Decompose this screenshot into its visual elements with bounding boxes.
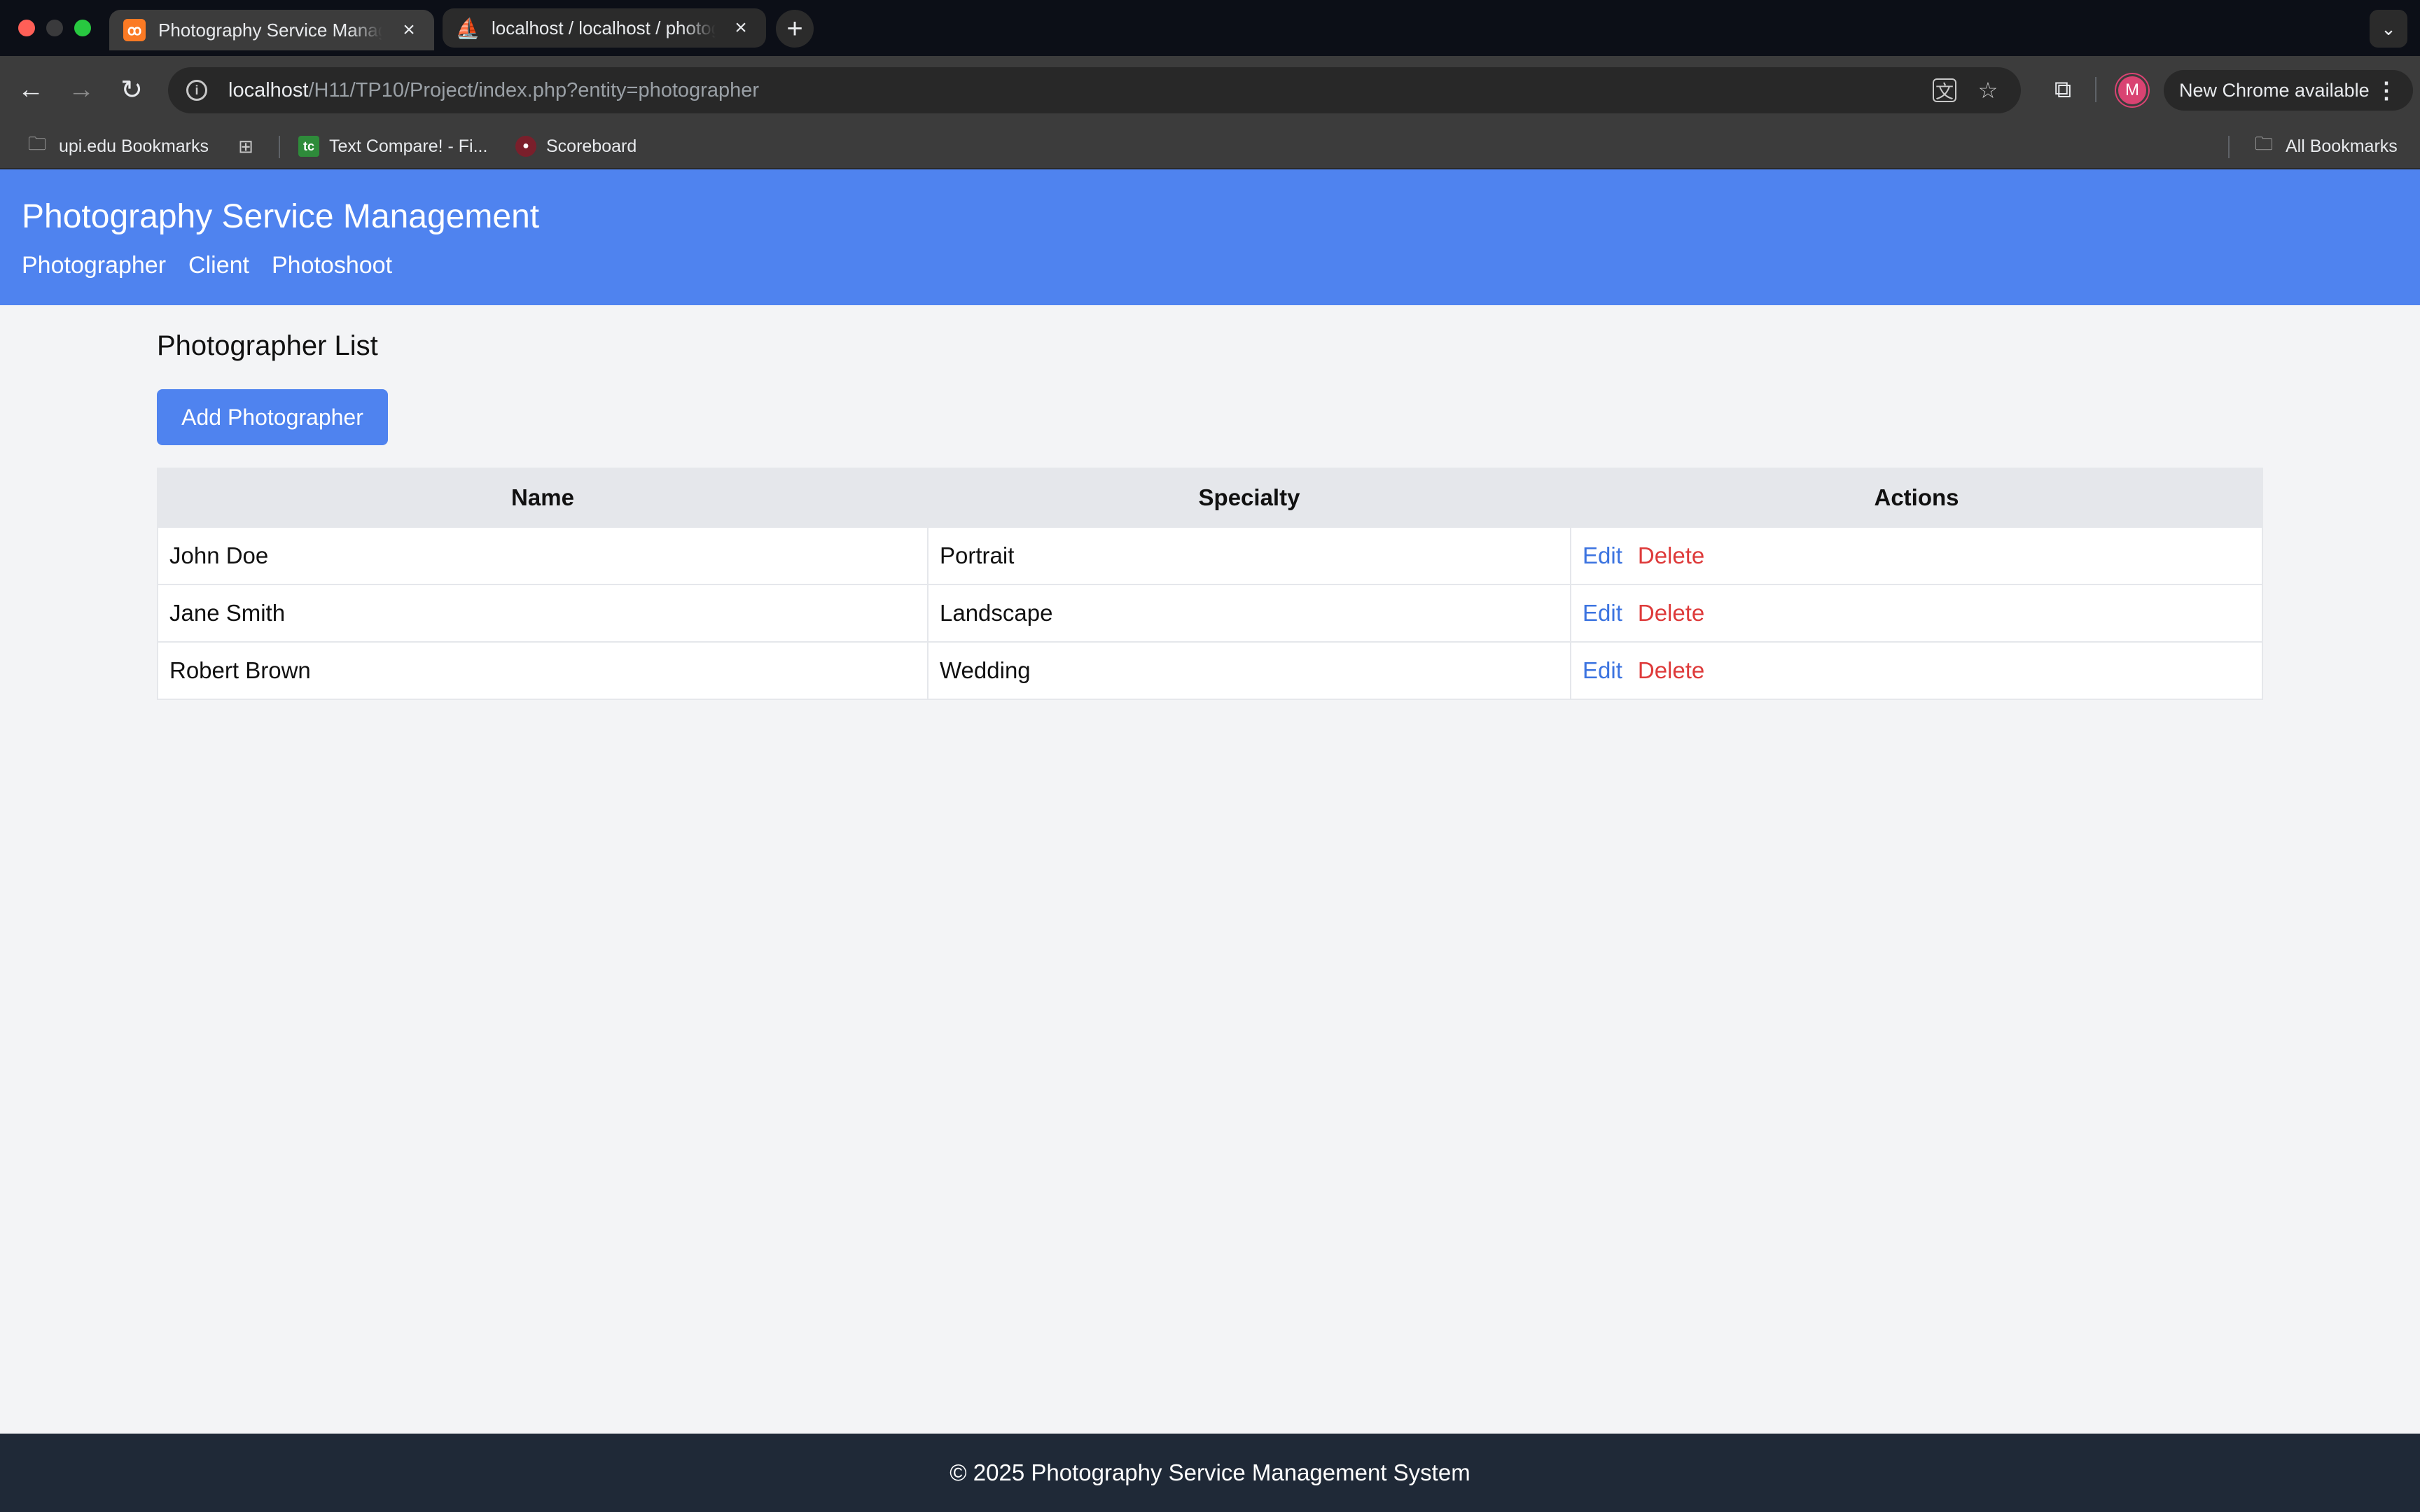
xampp-icon: ꝏ — [123, 19, 146, 41]
window-minimize-button[interactable] — [46, 20, 63, 36]
address-bar[interactable]: i localhost/H11/TP10/Project/index.php?e… — [168, 67, 2021, 113]
column-header-actions: Actions — [1570, 468, 2263, 528]
new-tab-button[interactable]: + — [776, 10, 814, 48]
apps-button[interactable]: ⊞ — [234, 133, 267, 160]
table-row: John Doe Portrait Edit Delete — [157, 526, 2263, 585]
cell-specialty: Landscape — [927, 584, 1571, 643]
bookmark-divider — [2228, 136, 2230, 158]
table-header-row: Name Specialty Actions — [157, 468, 2263, 528]
star-icon[interactable]: ☆ — [1975, 77, 2001, 104]
scoreboard-icon: ● — [515, 136, 536, 157]
browser-toolbar: ← → ↻ i localhost/H11/TP10/Project/index… — [0, 56, 2420, 123]
main-content: Photographer List Add Photographer Name … — [157, 329, 2263, 700]
forward-button[interactable]: → — [62, 70, 101, 109]
nav-link-photographer[interactable]: Photographer — [22, 252, 166, 279]
bookmark-text-compare[interactable]: tc Text Compare! - Fi... — [298, 133, 487, 160]
cell-actions: Edit Delete — [1570, 584, 2263, 643]
chrome-update-button[interactable]: New Chrome available ⋮ — [2164, 70, 2413, 111]
all-bookmarks-button[interactable]: 🗀 All Bookmarks — [2252, 133, 2398, 160]
site-footer: © 2025 Photography Service Management Sy… — [0, 1434, 2420, 1512]
edit-link[interactable]: Edit — [1583, 657, 1622, 683]
bookmarks-bar: 🗀 upi.edu Bookmarks ⊞ tc Text Compare! -… — [0, 123, 2420, 169]
bookmark-upi[interactable]: 🗀 upi.edu Bookmarks — [25, 133, 209, 160]
column-header-specialty: Specialty — [927, 468, 1571, 528]
tab-title: localhost / localhost / photographer — [492, 17, 716, 38]
close-icon[interactable]: × — [730, 16, 752, 40]
apps-grid-icon: ⊞ — [238, 135, 253, 157]
arrow-left-icon: ← — [18, 74, 44, 104]
cell-specialty: Portrait — [927, 526, 1571, 585]
page-title: Photographer List — [157, 330, 378, 361]
more-menu-icon[interactable]: ⋮ — [2375, 77, 2398, 104]
back-button[interactable]: ← — [11, 70, 50, 109]
cell-actions: Edit Delete — [1570, 641, 2263, 700]
table-row: Jane Smith Landscape Edit Delete — [157, 584, 2263, 643]
arrow-right-icon: → — [68, 74, 95, 104]
site-header — [0, 169, 2420, 305]
managed-folder-icon: 🗀 — [27, 133, 46, 154]
delete-link[interactable]: Delete — [1638, 657, 1704, 683]
bookmark-divider — [279, 136, 280, 158]
nav-link-client[interactable]: Client — [188, 252, 249, 279]
column-header-name: Name — [157, 468, 929, 528]
delete-link[interactable]: Delete — [1638, 542, 1704, 568]
tab-title: Photography Service Management — [158, 19, 382, 41]
browser-tab-strip: ꝏ Photography Service Management × ⛵ loc… — [0, 0, 2420, 56]
photographer-table: Name Specialty Actions John Doe Portrait… — [157, 468, 2263, 700]
table-row: Robert Brown Wedding Edit Delete — [157, 641, 2263, 700]
update-label: New Chrome available — [2179, 79, 2370, 101]
close-icon[interactable]: × — [398, 18, 420, 42]
extensions-icon[interactable]: ⧉ — [2045, 71, 2081, 108]
tab-search-button[interactable]: ⌄ — [2370, 10, 2407, 48]
edit-link[interactable]: Edit — [1583, 600, 1622, 626]
info-icon[interactable]: i — [186, 80, 207, 101]
avatar[interactable]: M — [2116, 74, 2148, 106]
add-photographer-button[interactable]: Add Photographer — [157, 389, 388, 445]
window-close-button[interactable] — [18, 20, 35, 36]
nav-link-photoshoot[interactable]: Photoshoot — [272, 252, 392, 279]
cell-actions: Edit Delete — [1570, 526, 2263, 585]
reload-button[interactable]: ↻ — [112, 70, 151, 109]
plus-icon: + — [786, 13, 803, 44]
url-text: localhost/H11/TP10/Project/index.php?ent… — [228, 78, 759, 102]
edit-link[interactable]: Edit — [1583, 542, 1622, 568]
cell-name: Jane Smith — [157, 584, 929, 643]
cell-name: Robert Brown — [157, 641, 929, 700]
translate-icon[interactable]: 文 — [1933, 78, 1956, 102]
cell-specialty: Wedding — [927, 641, 1571, 700]
site-title: Photography Service Management — [22, 198, 540, 235]
bookmark-scoreboard[interactable]: ● Scoreboard — [515, 133, 637, 160]
reload-icon: ↻ — [120, 75, 143, 105]
phpmyadmin-icon: ⛵ — [455, 17, 480, 39]
folder-icon: 🗀 — [2254, 133, 2273, 154]
site-nav: Photographer Client Photoshoot — [22, 252, 392, 279]
delete-link[interactable]: Delete — [1638, 600, 1704, 626]
browser-tab-inactive[interactable]: ⛵ localhost / localhost / photographer × — [443, 8, 766, 48]
toolbar-divider — [2095, 77, 2096, 102]
textcompare-icon: tc — [298, 136, 319, 157]
chevron-down-icon: ⌄ — [2381, 18, 2396, 39]
window-maximize-button[interactable] — [74, 20, 91, 36]
browser-tab-active[interactable]: ꝏ Photography Service Management × — [109, 10, 434, 50]
footer-text: © 2025 Photography Service Management Sy… — [950, 1460, 1470, 1485]
cell-name: John Doe — [157, 526, 929, 585]
